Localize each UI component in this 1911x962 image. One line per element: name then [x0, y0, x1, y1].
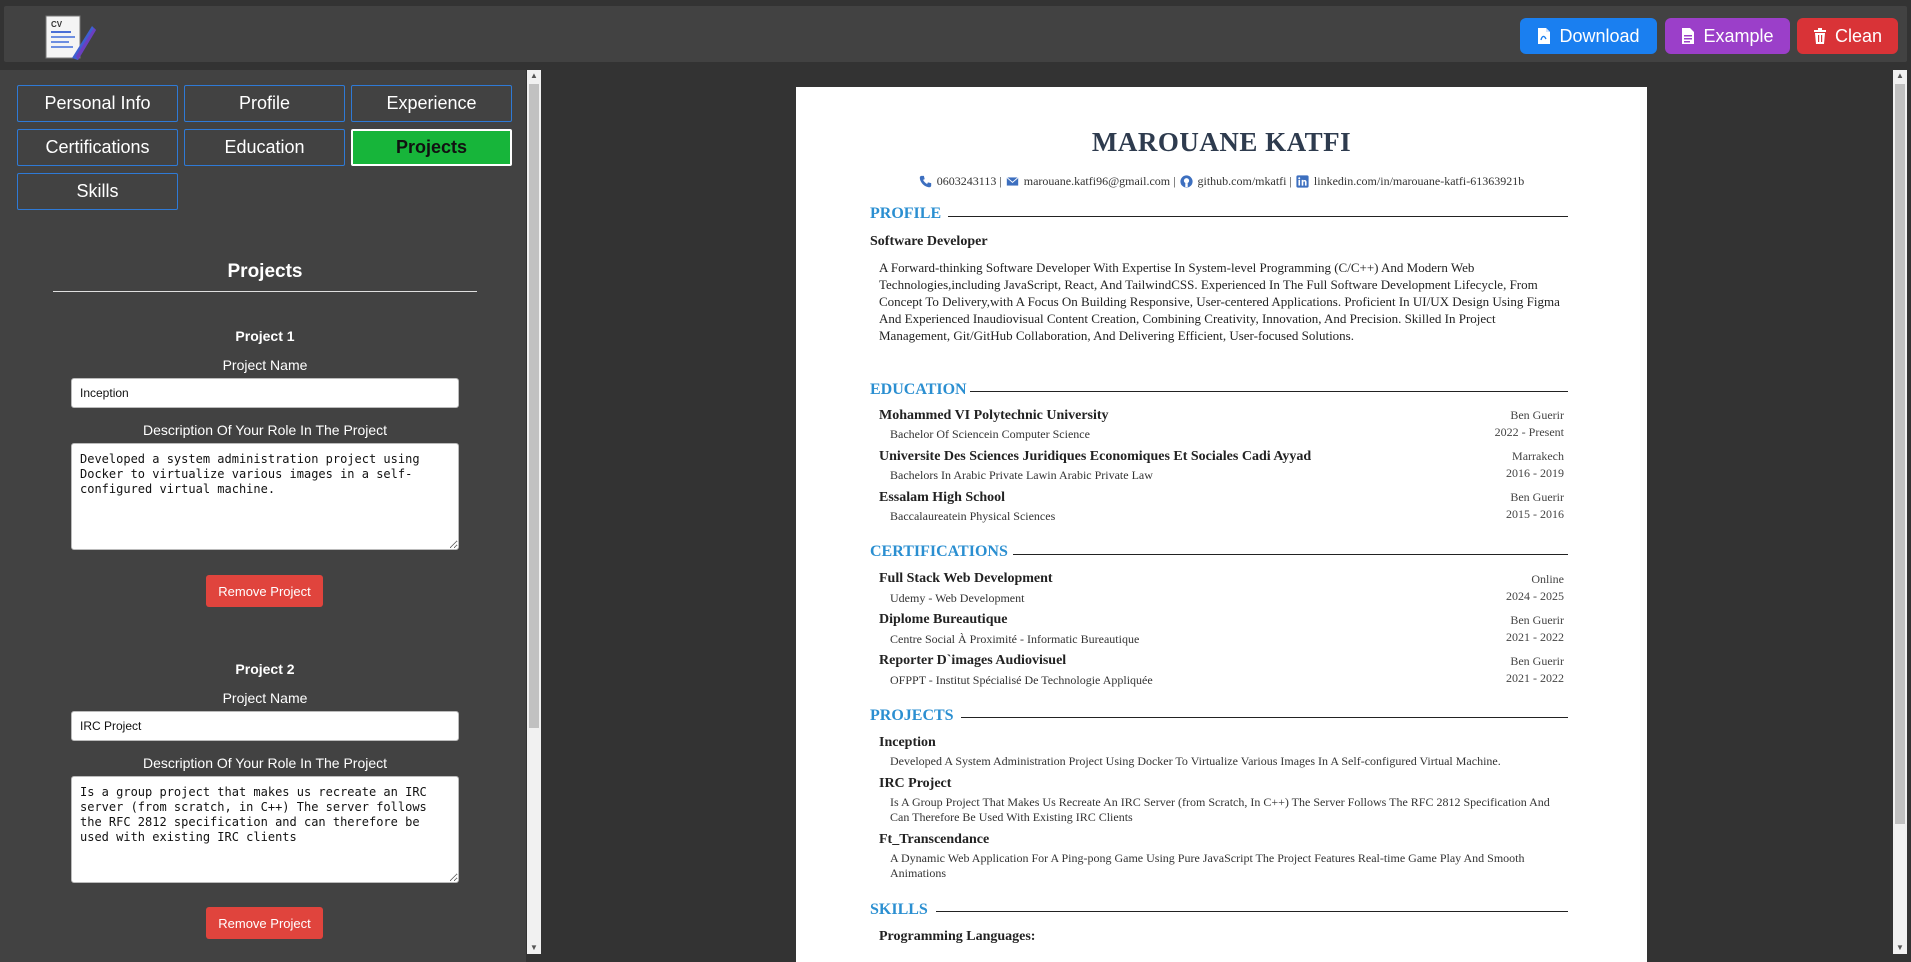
clean-label: Clean [1834, 25, 1883, 46]
projects-section-title: PROJECTS [870, 707, 954, 724]
skills-rule [936, 911, 1568, 912]
project-2-desc-textarea[interactable]: Is a group project that makes us recreat… [71, 776, 459, 883]
tab-personal-info[interactable]: Personal Info [17, 85, 178, 122]
certification-meta: Online 2024 - 2025 [1506, 572, 1564, 603]
certification-name: Full Stack Web Development [879, 571, 1053, 586]
scroll-up-icon[interactable]: ▲ [527, 70, 541, 82]
certifications-rule [1013, 554, 1568, 555]
resume-project-desc: Is A Group Project That Makes Us Recreat… [890, 795, 1550, 824]
contact-linkedin: linkedin.com/in/marouane-katfi-61363921b [1296, 174, 1524, 189]
certification-meta: Ben Guerir 2021 - 2022 [1506, 613, 1564, 644]
scroll-up-icon[interactable]: ▲ [1893, 70, 1907, 82]
download-label: Download [1559, 25, 1640, 46]
example-label: Example [1703, 25, 1774, 46]
download-button[interactable]: Download [1520, 18, 1657, 54]
education-meta: Ben Guerir 2015 - 2016 [1506, 490, 1564, 521]
section-divider [53, 291, 477, 292]
pdf-file-icon [1537, 28, 1551, 44]
clean-button[interactable]: Clean [1797, 18, 1898, 54]
certification-issuer: Centre Social À Proximité - Informatic B… [890, 632, 1140, 646]
editor-scrollbar[interactable]: ▲ ▼ [527, 70, 541, 954]
preview-scrollbar[interactable]: ▲ ▼ [1893, 70, 1907, 954]
project-1-desc-label: Description Of Your Role In The Project [142, 422, 388, 438]
example-button[interactable]: Example [1665, 18, 1790, 54]
logo-text: CV [51, 20, 63, 29]
education-rule [970, 391, 1568, 392]
skills-section-title: SKILLS [870, 901, 928, 918]
education-degree: Bachelor Of Sciencein Computer Science [890, 427, 1090, 441]
section-title: Projects [227, 261, 303, 282]
resume-preview: MAROUANE KATFI 0603243113 | marouane.kat… [796, 87, 1647, 962]
education-meta: Ben Guerir 2022 - Present [1494, 408, 1564, 439]
scroll-down-icon[interactable]: ▼ [527, 942, 541, 954]
top-bar: CV Download Example Clean [4, 6, 1907, 62]
cv-logo-icon[interactable]: CV [42, 12, 98, 62]
trash-icon [1813, 28, 1827, 44]
skills-category: Programming Languages: [879, 929, 1036, 944]
project-2-name-input[interactable] [71, 711, 459, 741]
education-school: Essalam High School [879, 490, 1006, 505]
linkedin-icon [1296, 175, 1309, 188]
project-1-heading: Project 1 [235, 328, 295, 344]
profile-role: Software Developer [870, 234, 988, 249]
resume-contact-line: 0603243113 | marouane.katfi96@gmail.com … [796, 174, 1647, 189]
tab-education[interactable]: Education [184, 129, 345, 166]
resume-project-name: Ft_Transcendance [879, 832, 990, 847]
tab-profile[interactable]: Profile [184, 85, 345, 122]
certification-meta: Ben Guerir 2021 - 2022 [1506, 654, 1564, 685]
document-icon [1681, 28, 1695, 44]
resume-name: MAROUANE KATFI [1091, 127, 1352, 157]
project-1-remove-button[interactable]: Remove Project [206, 575, 323, 607]
resume-project-desc: Developed A System Administration Projec… [890, 754, 1501, 768]
contact-email: marouane.katfi96@gmail.com | [1006, 174, 1176, 189]
project-2-name-label: Project Name [222, 690, 308, 706]
phone-icon [919, 175, 931, 188]
project-2-desc-label: Description Of Your Role In The Project [142, 755, 388, 771]
tab-skills[interactable]: Skills [17, 173, 178, 210]
education-degree: Baccalaureatein Physical Sciences [890, 509, 1056, 523]
mail-icon [1006, 177, 1019, 186]
resume-project-name: IRC Project [879, 776, 952, 791]
project-1-desc-textarea[interactable]: Developed a system administration projec… [71, 443, 459, 550]
certification-name: Diplome Bureautique [879, 612, 1008, 627]
education-section-title: EDUCATION [870, 381, 967, 398]
education-degree: Bachelors In Arabic Private Lawin Arabic… [890, 468, 1153, 482]
certification-issuer: Udemy - Web Development [890, 591, 1025, 605]
editor-scroll-thumb[interactable] [529, 84, 539, 728]
contact-phone: 0603243113 | [919, 174, 1002, 189]
certification-issuer: OFPPT - Institut Spécialisé De Technolog… [890, 673, 1153, 687]
project-1-name-input[interactable] [71, 378, 459, 408]
project-2-remove-button[interactable]: Remove Project [206, 907, 323, 939]
certification-name: Reporter D`images Audiovisuel [879, 653, 1067, 668]
tab-certifications[interactable]: Certifications [17, 129, 178, 166]
github-icon [1179, 175, 1193, 188]
project-1-name-label: Project Name [222, 357, 308, 373]
preview-scroll-thumb[interactable] [1895, 84, 1905, 824]
education-school: Universite Des Sciences Juridiques Econo… [879, 449, 1312, 464]
profile-rule [948, 216, 1568, 217]
profile-section-title: PROFILE [870, 205, 942, 222]
profile-summary: A Forward-thinking Software Developer Wi… [879, 260, 1560, 343]
education-school: Mohammed VI Polytechnic University [879, 408, 1109, 423]
resume-project-name: Inception [879, 735, 936, 750]
contact-github: github.com/mkatfi | [1179, 174, 1292, 189]
tab-experience[interactable]: Experience [351, 85, 512, 122]
projects-rule [961, 717, 1568, 718]
scroll-down-icon[interactable]: ▼ [1893, 942, 1907, 954]
tab-projects[interactable]: Projects [351, 129, 512, 166]
project-2-heading: Project 2 [235, 661, 295, 677]
editor-panel: Personal Info Profile Experience Certifi… [0, 70, 526, 962]
certifications-section-title: CERTIFICATIONS [870, 543, 1008, 560]
education-meta: Marrakech 2016 - 2019 [1506, 449, 1564, 480]
resume-project-desc: A Dynamic Web Application For A Ping-pon… [890, 851, 1525, 880]
